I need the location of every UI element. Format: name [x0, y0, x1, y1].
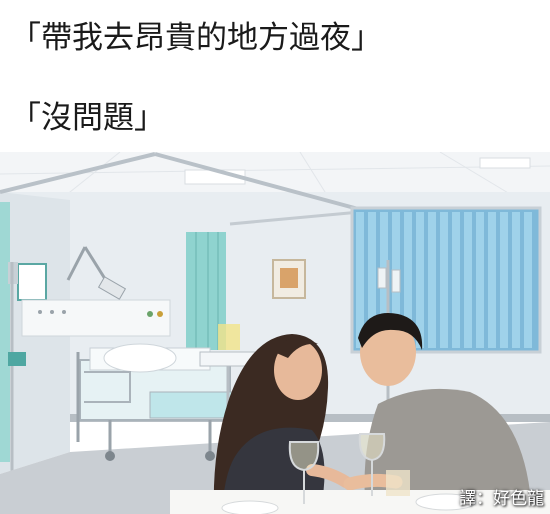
wall-monitor [17, 263, 47, 301]
translator-credit: 譯：好色龍 [459, 489, 544, 509]
ceiling-light [479, 157, 531, 169]
caption-line-1: 「帶我去昂貴的地方過夜」 [10, 20, 382, 56]
hospital-photo: 譯：好色龍 [0, 152, 550, 514]
plate [221, 500, 279, 514]
candle-holder [386, 470, 410, 496]
meme-image: 「帶我去昂貴的地方過夜」 「沒問題」 譯：好色龍 [0, 0, 550, 514]
caption-line-2: 「沒問題」 [10, 100, 165, 136]
bed-headwall [21, 299, 171, 337]
